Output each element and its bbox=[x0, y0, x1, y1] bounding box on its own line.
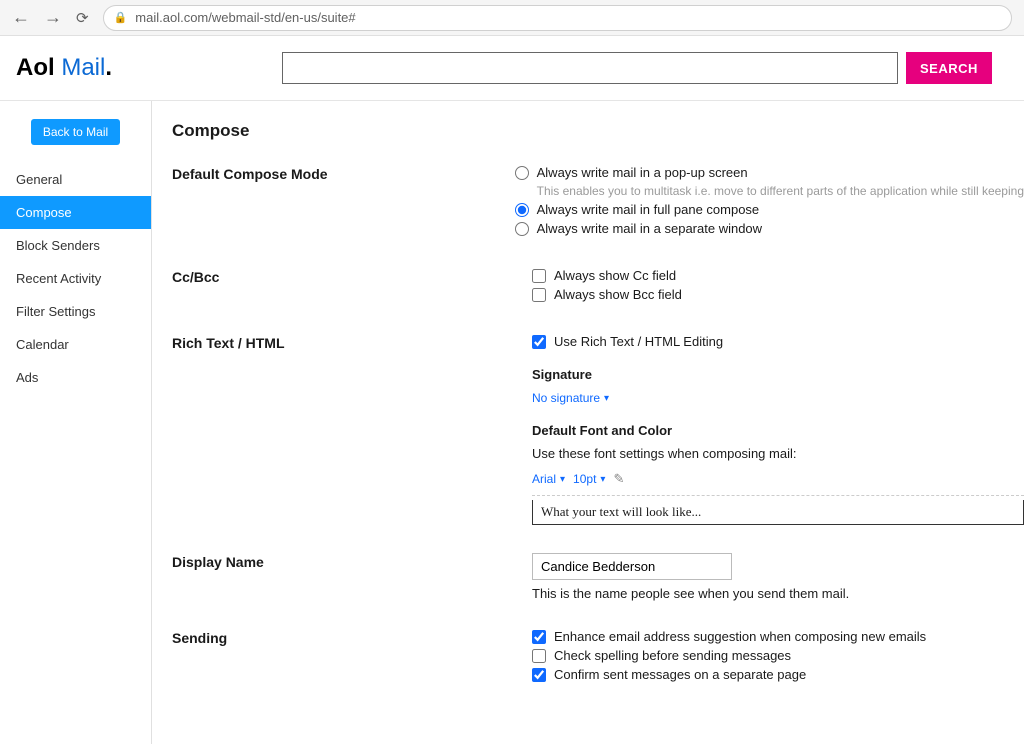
checkbox-enhance-suggestion-input[interactable] bbox=[532, 630, 546, 644]
section-sending: Sending Enhance email address suggestion… bbox=[172, 629, 1024, 686]
sidebar-item-filter-settings[interactable]: Filter Settings bbox=[0, 295, 151, 328]
display-name-input[interactable] bbox=[532, 553, 732, 580]
section-cc-bcc: Cc/Bcc Always show Cc field Always show … bbox=[172, 268, 1024, 306]
checkbox-check-spelling-label: Check spelling before sending messages bbox=[554, 648, 791, 663]
checkbox-show-bcc-label: Always show Bcc field bbox=[554, 287, 682, 302]
url-text: mail.aol.com/webmail-std/en-us/suite# bbox=[135, 10, 355, 25]
checkbox-show-cc-input[interactable] bbox=[532, 269, 546, 283]
radio-separate-window-input[interactable] bbox=[515, 222, 529, 236]
sidebar-item-general[interactable]: General bbox=[0, 163, 151, 196]
popup-help-text: This enables you to multitask i.e. move … bbox=[537, 184, 1024, 198]
sidebar-item-block-senders[interactable]: Block Senders bbox=[0, 229, 151, 262]
checkbox-use-rich-text-input[interactable] bbox=[532, 335, 546, 349]
aol-mail-logo[interactable]: Aol Mail. bbox=[16, 54, 112, 82]
checkbox-confirm-sent-input[interactable] bbox=[532, 668, 546, 682]
font-size-dropdown[interactable]: 10pt ▾ bbox=[573, 472, 605, 486]
settings-content: Compose Default Compose Mode Always writ… bbox=[152, 101, 1024, 744]
logo-mail: Mail bbox=[55, 54, 106, 81]
reload-icon[interactable]: ⟳ bbox=[76, 9, 89, 27]
signature-dropdown[interactable]: No signature ▾ bbox=[532, 391, 609, 405]
section-label: Rich Text / HTML bbox=[172, 334, 532, 525]
page-title: Compose bbox=[172, 121, 1024, 141]
sidebar-item-calendar[interactable]: Calendar bbox=[0, 328, 151, 361]
checkbox-show-cc[interactable]: Always show Cc field bbox=[532, 268, 1024, 283]
back-to-mail-button[interactable]: Back to Mail bbox=[31, 119, 120, 145]
settings-sidebar: Back to Mail General Compose Block Sende… bbox=[0, 101, 152, 744]
chevron-down-icon: ▾ bbox=[560, 474, 565, 485]
checkbox-show-bcc-input[interactable] bbox=[532, 288, 546, 302]
nav-forward-icon[interactable]: → bbox=[44, 7, 62, 28]
logo-dot: . bbox=[105, 54, 112, 81]
sidebar-item-compose[interactable]: Compose bbox=[0, 196, 151, 229]
sidebar-item-recent-activity[interactable]: Recent Activity bbox=[0, 262, 151, 295]
radio-popup-input[interactable] bbox=[515, 166, 529, 180]
chevron-down-icon: ▾ bbox=[600, 474, 605, 485]
search-bar: SEARCH bbox=[282, 52, 1008, 84]
browser-chrome: ← → ⟳ 🔒 mail.aol.com/webmail-std/en-us/s… bbox=[0, 0, 1024, 36]
section-label: Sending bbox=[172, 629, 532, 686]
radio-full-pane-label: Always write mail in full pane compose bbox=[537, 202, 760, 217]
display-name-desc: This is the name people see when you sen… bbox=[532, 586, 1024, 601]
font-heading: Default Font and Color bbox=[532, 423, 1024, 438]
checkbox-use-rich-text[interactable]: Use Rich Text / HTML Editing bbox=[532, 334, 1024, 349]
radio-separate-window[interactable]: Always write mail in a separate window bbox=[515, 221, 1024, 236]
search-input[interactable] bbox=[282, 52, 898, 84]
signature-heading: Signature bbox=[532, 367, 1024, 382]
app-header: Aol Mail. SEARCH bbox=[0, 36, 1024, 100]
logo-aol: Aol bbox=[16, 54, 55, 81]
radio-full-pane-input[interactable] bbox=[515, 203, 529, 217]
checkbox-use-rich-text-label: Use Rich Text / HTML Editing bbox=[554, 334, 723, 349]
section-rich-text: Rich Text / HTML Use Rich Text / HTML Ed… bbox=[172, 334, 1024, 525]
nav-back-icon[interactable]: ← bbox=[12, 7, 30, 28]
section-label: Cc/Bcc bbox=[172, 268, 532, 306]
url-bar[interactable]: 🔒 mail.aol.com/webmail-std/en-us/suite# bbox=[103, 5, 1012, 31]
section-label: Default Compose Mode bbox=[172, 165, 515, 240]
font-preview: What your text will look like... bbox=[532, 500, 1024, 525]
checkbox-show-cc-label: Always show Cc field bbox=[554, 268, 676, 283]
font-help-text: Use these font settings when composing m… bbox=[532, 446, 1024, 461]
search-button[interactable]: SEARCH bbox=[906, 52, 992, 84]
checkbox-enhance-suggestion[interactable]: Enhance email address suggestion when co… bbox=[532, 629, 1024, 644]
radio-full-pane[interactable]: Always write mail in full pane compose bbox=[515, 202, 1024, 217]
section-display-name: Display Name This is the name people see… bbox=[172, 553, 1024, 601]
font-size-value: 10pt bbox=[573, 472, 596, 486]
chevron-down-icon: ▾ bbox=[604, 393, 609, 404]
signature-value: No signature bbox=[532, 391, 600, 405]
checkbox-show-bcc[interactable]: Always show Bcc field bbox=[532, 287, 1024, 302]
radio-popup[interactable]: Always write mail in a pop-up screen bbox=[515, 165, 1024, 180]
font-settings-row: Arial ▾ 10pt ▾ ✎ bbox=[532, 471, 1024, 496]
checkbox-check-spelling-input[interactable] bbox=[532, 649, 546, 663]
checkbox-enhance-suggestion-label: Enhance email address suggestion when co… bbox=[554, 629, 926, 644]
pencil-icon[interactable]: ✎ bbox=[613, 471, 624, 487]
sidebar-item-ads[interactable]: Ads bbox=[0, 361, 151, 394]
checkbox-check-spelling[interactable]: Check spelling before sending messages bbox=[532, 648, 1024, 663]
section-default-compose-mode: Default Compose Mode Always write mail i… bbox=[172, 165, 1024, 240]
font-name-dropdown[interactable]: Arial ▾ bbox=[532, 472, 565, 486]
radio-popup-label: Always write mail in a pop-up screen bbox=[537, 165, 748, 180]
radio-separate-window-label: Always write mail in a separate window bbox=[537, 221, 762, 236]
lock-icon: 🔒 bbox=[114, 11, 128, 24]
section-label: Display Name bbox=[172, 553, 532, 601]
font-name-value: Arial bbox=[532, 472, 556, 486]
